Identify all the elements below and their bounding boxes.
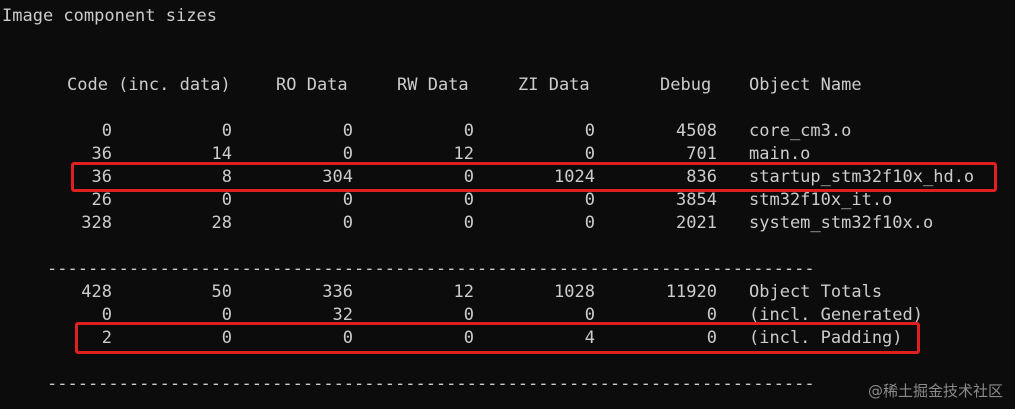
table-row: 328 28 0 0 0 2021 system_stm32f10x.o xyxy=(0,212,1015,234)
column-header-zi-data: ZI Data xyxy=(518,75,590,95)
highlight-box-startup-row xyxy=(71,162,997,192)
cell-debug: 4508 xyxy=(676,121,717,141)
terminal-window: Image component sizes Code (inc. data) R… xyxy=(0,0,1015,409)
column-header-object-name: Object Name xyxy=(749,75,862,95)
cell-object-name: Object Totals xyxy=(749,282,883,302)
column-header-ro-data: RO Data xyxy=(276,75,348,95)
cell-debug: 3854 xyxy=(676,190,717,210)
cell-debug: 11920 xyxy=(665,282,717,302)
column-header-code: Code (inc. data) xyxy=(67,75,231,95)
cell-object-name: system_stm32f10x.o xyxy=(749,213,934,233)
section-heading: Image component sizes xyxy=(2,6,217,26)
table-row: 26 0 0 0 0 3854 stm32f10x_it.o xyxy=(0,189,1015,211)
column-header-debug: Debug xyxy=(660,75,712,95)
table-header: Code (inc. data) RO Data RW Data ZI Data… xyxy=(0,74,1015,96)
watermark-text: @稀土掘金技术社区 xyxy=(867,382,1003,400)
table-row: 0 0 0 0 0 4508 core_cm3.o xyxy=(0,120,1015,142)
totals-row: 428 50 336 12 1028 11920 Object Totals xyxy=(0,281,1015,303)
cell-object-name: core_cm3.o xyxy=(749,121,852,141)
separator-line: ----------------------------------------… xyxy=(47,374,817,394)
cell-object-name: stm32f10x_it.o xyxy=(749,190,893,210)
column-header-rw-data: RW Data xyxy=(397,75,469,95)
highlight-box-padding-row xyxy=(75,322,920,354)
cell-debug: 2021 xyxy=(676,213,717,233)
separator-line: ----------------------------------------… xyxy=(47,259,817,279)
